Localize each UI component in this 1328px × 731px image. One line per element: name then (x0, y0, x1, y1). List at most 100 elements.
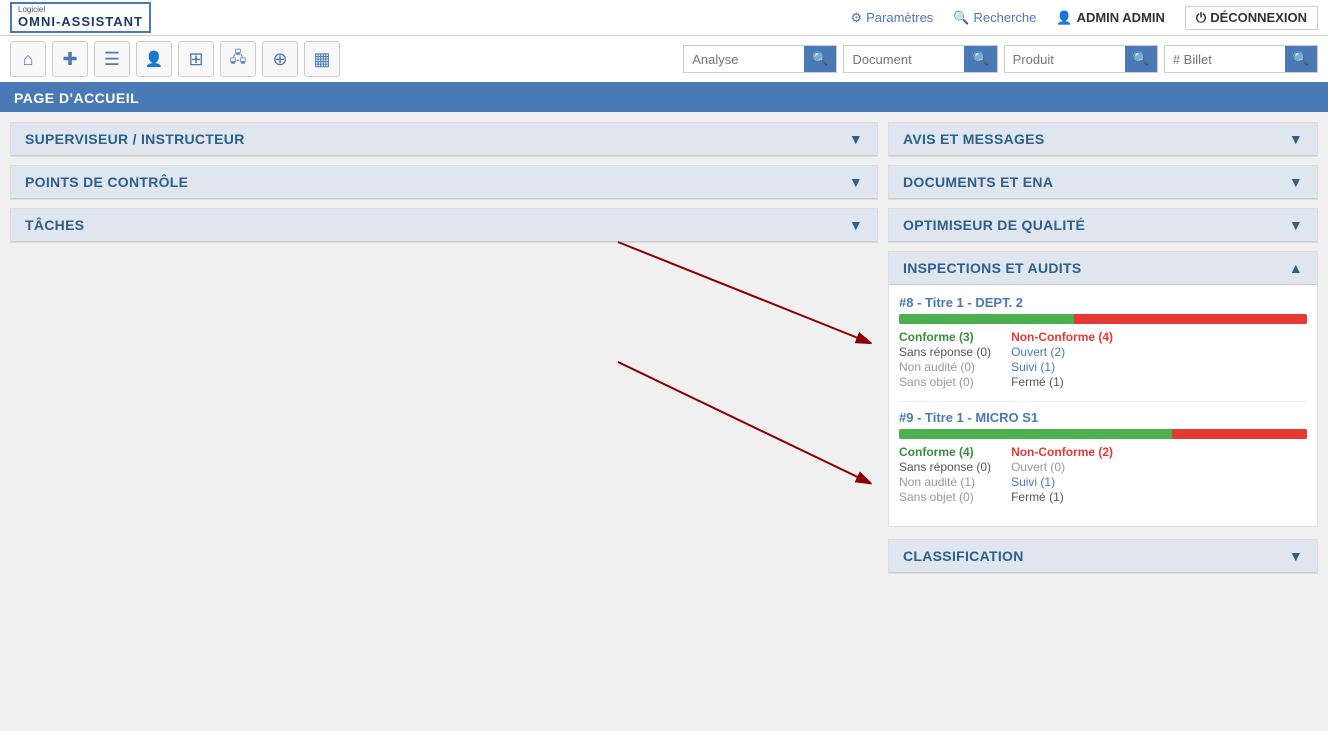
nav-bar: ⌂ ✚ ☰ 👤 ⊞ 🖧 ⊕ ▦ 🔍 🔍 🔍 🔍 (0, 36, 1328, 84)
documents-panel: DOCUMENTS ET ENA ▼ (888, 165, 1318, 200)
left-column: SUPERVISEUR / INSTRUCTEUR ▼ POINTS DE CO… (10, 122, 878, 707)
person-icon-btn[interactable]: 👤 (136, 41, 172, 77)
insp9-sans-objet: Sans objet (0) (899, 490, 991, 504)
inspections-label: INSPECTIONS ET AUDITS (903, 260, 1081, 276)
progress-9-red (1172, 429, 1307, 439)
logout-button[interactable]: ⏻ DÉCONNEXION (1185, 6, 1318, 30)
superviseur-label: SUPERVISEUR / INSTRUCTEUR (25, 131, 245, 147)
inspection-9-stats-right: Non-Conforme (2) Ouvert (0) Suivi (1) Fe… (1011, 445, 1113, 504)
inspection-8-title[interactable]: #8 - Titre 1 - DEPT. 2 (899, 295, 1307, 310)
points-label: POINTS DE CONTRÔLE (25, 174, 188, 190)
inspection-item-9: #9 - Titre 1 - MICRO S1 Conforme (4) San… (899, 410, 1307, 504)
analyse-input[interactable] (684, 48, 804, 71)
inspections-header[interactable]: INSPECTIONS ET AUDITS ▲ (889, 252, 1317, 285)
avis-header[interactable]: AVIS ET MESSAGES ▼ (889, 123, 1317, 156)
insp9-conforme: Conforme (4) (899, 445, 991, 459)
network-icon-btn[interactable]: 🖧 (220, 41, 256, 77)
map-icon-btn[interactable]: ⊕ (262, 41, 298, 77)
insp9-ferme: Fermé (1) (1011, 490, 1113, 504)
inspection-9-stats: Conforme (4) Sans réponse (0) Non audité… (899, 445, 1307, 504)
points-panel: POINTS DE CONTRÔLE ▼ (10, 165, 878, 200)
top-bar: Logiciel OMNI-ASSISTANT ⚙ Paramètres 🔍 R… (0, 0, 1328, 36)
search-link[interactable]: 🔍 Recherche (953, 10, 1036, 26)
inspections-body: #8 - Titre 1 - DEPT. 2 Conforme (3) Sans… (889, 285, 1317, 526)
inspection-item-8: #8 - Titre 1 - DEPT. 2 Conforme (3) Sans… (899, 295, 1307, 389)
documents-header[interactable]: DOCUMENTS ET ENA ▼ (889, 166, 1317, 199)
avis-chevron: ▼ (1289, 131, 1303, 147)
gear-icon: ⚙ (850, 10, 862, 26)
documents-chevron: ▼ (1289, 174, 1303, 190)
insp8-non-conforme: Non-Conforme (4) (1011, 330, 1113, 344)
list-icon-btn[interactable]: ☰ (94, 41, 130, 77)
home-icon-btn[interactable]: ⌂ (10, 41, 46, 77)
inspection-9-stats-left: Conforme (4) Sans réponse (0) Non audité… (899, 445, 991, 504)
classification-header[interactable]: CLASSIFICATION ▼ (889, 540, 1317, 573)
search-icon-top: 🔍 (953, 10, 969, 26)
document-search-btn[interactable]: 🔍 (964, 46, 996, 72)
superviseur-header[interactable]: SUPERVISEUR / INSTRUCTEUR ▼ (11, 123, 877, 156)
documents-label: DOCUMENTS ET ENA (903, 174, 1053, 190)
main-content: SUPERVISEUR / INSTRUCTEUR ▼ POINTS DE CO… (0, 112, 1328, 717)
taches-label: TÂCHES (25, 217, 84, 233)
logo-main: OMNI-ASSISTANT (18, 15, 143, 29)
optimiseur-chevron: ▼ (1289, 217, 1303, 233)
power-icon: ⏻ (1196, 10, 1206, 26)
classification-panel: CLASSIFICATION ▼ (888, 539, 1318, 574)
produit-input[interactable] (1005, 48, 1125, 71)
top-bar-right: ⚙ Paramètres 🔍 Recherche 👤 ADMIN ADMIN ⏻… (850, 6, 1318, 30)
cross-icon-btn[interactable]: ✚ (52, 41, 88, 77)
user-icon: 👤 (1056, 10, 1072, 26)
classification-label: CLASSIFICATION (903, 548, 1024, 564)
document-input[interactable] (844, 48, 964, 71)
produit-search-btn[interactable]: 🔍 (1125, 46, 1157, 72)
analyse-search-wrap: 🔍 (683, 45, 837, 73)
insp9-sans-reponse: Sans réponse (0) (899, 460, 991, 474)
taches-chevron: ▼ (849, 217, 863, 233)
billet-search-btn[interactable]: 🔍 (1285, 46, 1317, 72)
produit-search-wrap: 🔍 (1004, 45, 1158, 73)
progress-8-red (1074, 314, 1307, 324)
billet-input[interactable] (1165, 48, 1285, 71)
analyse-search-btn[interactable]: 🔍 (804, 46, 836, 72)
nav-icons: ⌂ ✚ ☰ 👤 ⊞ 🖧 ⊕ ▦ (10, 41, 677, 77)
taches-panel: TÂCHES ▼ (10, 208, 878, 243)
points-chevron: ▼ (849, 174, 863, 190)
inspection-separator (899, 401, 1307, 402)
superviseur-panel: SUPERVISEUR / INSTRUCTEUR ▼ (10, 122, 878, 157)
grid-icon-btn[interactable]: ⊞ (178, 41, 214, 77)
classification-chevron: ▼ (1289, 548, 1303, 564)
params-link[interactable]: ⚙ Paramètres (850, 10, 933, 26)
inspection-8-stats-left: Conforme (3) Sans réponse (0) Non audité… (899, 330, 991, 389)
user-label: 👤 ADMIN ADMIN (1056, 10, 1165, 26)
inspections-chevron: ▲ (1289, 260, 1303, 276)
logo: Logiciel OMNI-ASSISTANT (10, 2, 151, 33)
inspection-9-title[interactable]: #9 - Titre 1 - MICRO S1 (899, 410, 1307, 425)
insp8-conforme: Conforme (3) (899, 330, 991, 344)
insp9-ouvert: Ouvert (0) (1011, 460, 1113, 474)
insp8-non-audite: Non audité (0) (899, 360, 991, 374)
search-group: 🔍 🔍 🔍 🔍 (683, 45, 1318, 73)
insp9-non-audite: Non audité (1) (899, 475, 991, 489)
insp9-suivi: Suivi (1) (1011, 475, 1113, 489)
points-header[interactable]: POINTS DE CONTRÔLE ▼ (11, 166, 877, 199)
insp9-non-conforme: Non-Conforme (2) (1011, 445, 1113, 459)
insp8-sans-reponse: Sans réponse (0) (899, 345, 991, 359)
inspection-8-progress (899, 314, 1307, 324)
billet-search-wrap: 🔍 (1164, 45, 1318, 73)
insp8-ferme: Fermé (1) (1011, 375, 1113, 389)
insp8-ouvert: Ouvert (2) (1011, 345, 1113, 359)
taches-header[interactable]: TÂCHES ▼ (11, 209, 877, 242)
page-title: PAGE D'ACCUEIL (0, 84, 1328, 112)
inspection-8-stats-right: Non-Conforme (4) Ouvert (2) Suivi (1) Fe… (1011, 330, 1113, 389)
superviseur-chevron: ▼ (849, 131, 863, 147)
progress-8-green (899, 314, 1074, 324)
image-icon-btn[interactable]: ▦ (304, 41, 340, 77)
document-search-wrap: 🔍 (843, 45, 997, 73)
optimiseur-header[interactable]: OPTIMISEUR DE QUALITÉ ▼ (889, 209, 1317, 242)
optimiseur-panel: OPTIMISEUR DE QUALITÉ ▼ (888, 208, 1318, 243)
optimiseur-label: OPTIMISEUR DE QUALITÉ (903, 217, 1085, 233)
inspection-9-progress (899, 429, 1307, 439)
insp8-suivi: Suivi (1) (1011, 360, 1113, 374)
insp8-sans-objet: Sans objet (0) (899, 375, 991, 389)
progress-9-green (899, 429, 1172, 439)
